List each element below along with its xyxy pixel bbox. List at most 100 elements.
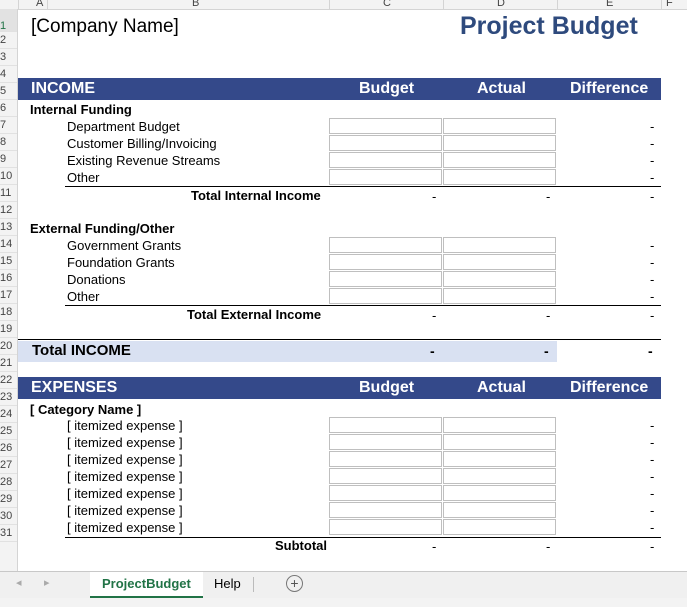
- row-header[interactable]: 29: [0, 491, 17, 508]
- row-header[interactable]: 2: [0, 32, 17, 49]
- budget-input-cell[interactable]: [329, 169, 442, 185]
- row-header[interactable]: 30: [0, 508, 17, 525]
- column-header[interactable]: F: [666, 0, 673, 9]
- income-actual-header: Actual: [477, 80, 526, 97]
- row-header[interactable]: 21: [0, 355, 17, 372]
- budget-input-cell[interactable]: [329, 434, 442, 450]
- difference-cell: -: [650, 469, 655, 484]
- expenses-label: EXPENSES: [31, 379, 118, 396]
- row-header[interactable]: 28: [0, 474, 17, 491]
- row-header[interactable]: 17: [0, 287, 17, 304]
- budget-input-cell[interactable]: [329, 519, 442, 535]
- column-separator: [443, 0, 444, 9]
- actual-input-cell[interactable]: [443, 451, 556, 467]
- row-header[interactable]: 22: [0, 372, 17, 389]
- row-header[interactable]: 26: [0, 440, 17, 457]
- internal-total-line: [65, 186, 661, 187]
- column-header[interactable]: C: [383, 0, 391, 9]
- external-item-label: Government Grants: [67, 238, 182, 253]
- row-header[interactable]: 6: [0, 100, 17, 117]
- row-header[interactable]: 14: [0, 236, 17, 253]
- row-header[interactable]: 9: [0, 151, 17, 168]
- expense-item-label: [ itemized expense ]: [67, 503, 183, 518]
- tab-help[interactable]: Help: [202, 572, 253, 596]
- row-header[interactable]: 27: [0, 457, 17, 474]
- row-header[interactable]: 19: [0, 321, 17, 338]
- row-header[interactable]: 10: [0, 168, 17, 185]
- external-funding-label: External Funding/Other: [30, 221, 175, 236]
- expense-item-label: [ itemized expense ]: [67, 418, 183, 433]
- actual-input-cell[interactable]: [443, 468, 556, 484]
- row-header[interactable]: 4: [0, 66, 17, 83]
- budget-input-cell[interactable]: [329, 468, 442, 484]
- scroll-right-icon[interactable]: ▸: [44, 576, 50, 589]
- column-header[interactable]: E: [606, 0, 613, 9]
- row-header[interactable]: 31: [0, 525, 17, 542]
- actual-input-cell[interactable]: [443, 254, 556, 270]
- internal-actual-total: -: [546, 189, 551, 204]
- row-header[interactable]: 8: [0, 134, 17, 151]
- internal-item-label: Department Budget: [67, 119, 180, 134]
- status-bar: [0, 598, 687, 607]
- page-title[interactable]: Project Budget: [460, 12, 638, 41]
- column-header[interactable]: A: [36, 0, 43, 9]
- internal-item-label: Other: [67, 170, 100, 185]
- total-income-line: [18, 339, 661, 340]
- actual-input-cell[interactable]: [443, 417, 556, 433]
- row-header[interactable]: 20: [0, 338, 17, 355]
- budget-input-cell[interactable]: [329, 118, 442, 134]
- actual-input-cell[interactable]: [443, 519, 556, 535]
- row-header[interactable]: 11: [0, 185, 17, 202]
- actual-input-cell[interactable]: [443, 288, 556, 304]
- internal-budget-total: -: [432, 189, 437, 204]
- budget-input-cell[interactable]: [329, 451, 442, 467]
- tab-projectbudget[interactable]: ProjectBudget: [90, 572, 203, 599]
- budget-input-cell[interactable]: [329, 485, 442, 501]
- row-header[interactable]: 25: [0, 423, 17, 440]
- external-item-label: Foundation Grants: [67, 255, 175, 270]
- column-header[interactable]: D: [497, 0, 505, 9]
- difference-cell: -: [650, 153, 655, 168]
- actual-input-cell[interactable]: [443, 271, 556, 287]
- total-income-budget: -: [430, 343, 435, 359]
- column-separator: [661, 0, 662, 9]
- income-label: INCOME: [31, 80, 95, 97]
- subtotal-line: [65, 537, 661, 538]
- row-header[interactable]: 1: [0, 9, 17, 32]
- sheet-tab-bar: ◂ ▸ ProjectBudget Help +: [0, 571, 687, 599]
- column-header[interactable]: B: [192, 0, 199, 9]
- row-header[interactable]: 3: [0, 49, 17, 66]
- row-header[interactable]: 18: [0, 304, 17, 321]
- actual-input-cell[interactable]: [443, 485, 556, 501]
- budget-input-cell[interactable]: [329, 271, 442, 287]
- budget-input-cell[interactable]: [329, 152, 442, 168]
- actual-input-cell[interactable]: [443, 135, 556, 151]
- actual-input-cell[interactable]: [443, 237, 556, 253]
- budget-input-cell[interactable]: [329, 502, 442, 518]
- row-header[interactable]: 13: [0, 219, 17, 236]
- total-income-difference: -: [648, 343, 653, 359]
- actual-input-cell[interactable]: [443, 434, 556, 450]
- row-header[interactable]: 24: [0, 406, 17, 423]
- budget-input-cell[interactable]: [329, 417, 442, 433]
- actual-input-cell[interactable]: [443, 152, 556, 168]
- spreadsheet-grid[interactable]: [Company Name] Project Budget INCOME Bud…: [18, 10, 687, 570]
- row-header[interactable]: 5: [0, 83, 17, 100]
- expense-item-label: [ itemized expense ]: [67, 520, 183, 535]
- row-header[interactable]: 12: [0, 202, 17, 219]
- company-name[interactable]: [Company Name]: [31, 16, 179, 38]
- budget-input-cell[interactable]: [329, 135, 442, 151]
- row-header[interactable]: 16: [0, 270, 17, 287]
- actual-input-cell[interactable]: [443, 169, 556, 185]
- row-header[interactable]: 15: [0, 253, 17, 270]
- scroll-left-icon[interactable]: ◂: [16, 576, 22, 589]
- actual-input-cell[interactable]: [443, 502, 556, 518]
- budget-input-cell[interactable]: [329, 288, 442, 304]
- budget-input-cell[interactable]: [329, 254, 442, 270]
- actual-input-cell[interactable]: [443, 118, 556, 134]
- add-sheet-icon[interactable]: +: [286, 575, 303, 592]
- difference-cell: -: [650, 503, 655, 518]
- row-header[interactable]: 7: [0, 117, 17, 134]
- row-header[interactable]: 23: [0, 389, 17, 406]
- budget-input-cell[interactable]: [329, 237, 442, 253]
